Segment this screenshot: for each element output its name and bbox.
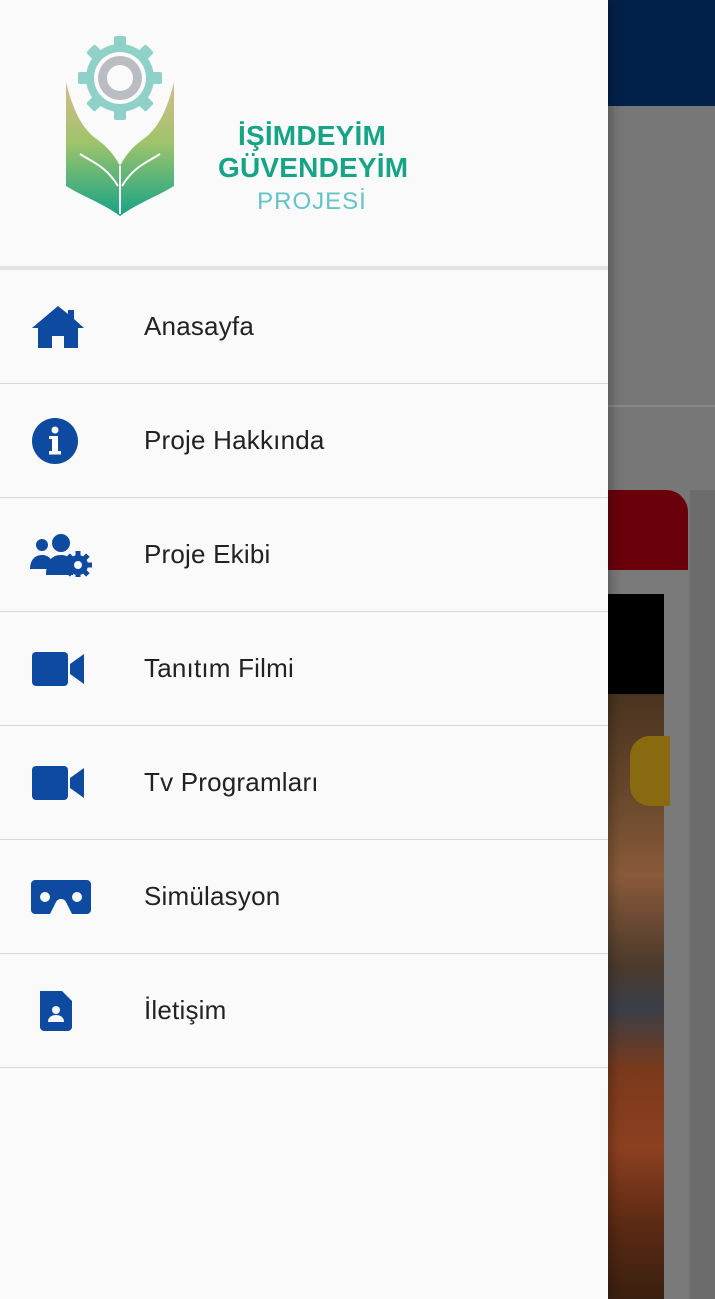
menu-item-team[interactable]: Proje Ekibi (0, 498, 608, 612)
navigation-drawer: İŞİMDEYİM GÜVENDEYİM PROJESİ Anasayfa Pr… (0, 0, 608, 1299)
video-letterbox (600, 594, 664, 694)
menu-item-label: Proje Ekibi (144, 539, 271, 569)
brand-title-line1: İŞİMDEYİM (237, 120, 387, 151)
team-settings-icon (30, 527, 92, 583)
contact-card-icon (30, 983, 92, 1039)
menu-item-label: Anasayfa (144, 311, 255, 341)
menu-item-label: Proje Hakkında (144, 425, 325, 455)
menu-item-home[interactable]: Anasayfa (0, 270, 608, 384)
app-scroll-region (690, 490, 715, 1299)
menu-item-contact[interactable]: İletişim (0, 954, 608, 1068)
video-camera-icon (30, 755, 92, 811)
menu-item-label: Tv Programları (144, 767, 319, 797)
menu-item-label: İletişim (144, 995, 227, 1025)
info-icon (30, 413, 92, 469)
brand-subtitle: PROJESİ (257, 188, 367, 215)
menu-item-tv-programs[interactable]: Tv Programları (0, 726, 608, 840)
menu-item-label: Simülasyon (144, 881, 281, 911)
home-icon (30, 299, 92, 355)
menu-item-promo-film[interactable]: Tanıtım Filmi (0, 612, 608, 726)
drawer-header: İŞİMDEYİM GÜVENDEYİM PROJESİ (0, 0, 608, 270)
menu-item-simulation[interactable]: Simülasyon (0, 840, 608, 954)
project-logo-icon (66, 36, 174, 216)
menu-item-about[interactable]: Proje Hakkında (0, 384, 608, 498)
brand-title-line2: GÜVENDEYİM (218, 152, 409, 183)
worker-helmet-image (630, 736, 670, 806)
menu-item-label: Tanıtım Filmi (144, 653, 294, 683)
project-brand: İŞİMDEYİM GÜVENDEYİM PROJESİ (218, 120, 409, 218)
video-camera-icon (30, 641, 92, 697)
app-divider (600, 405, 715, 407)
vr-headset-icon (30, 869, 92, 925)
drawer-menu: Anasayfa Proje Hakkında Proje Ekibi Tanı… (0, 270, 608, 1068)
